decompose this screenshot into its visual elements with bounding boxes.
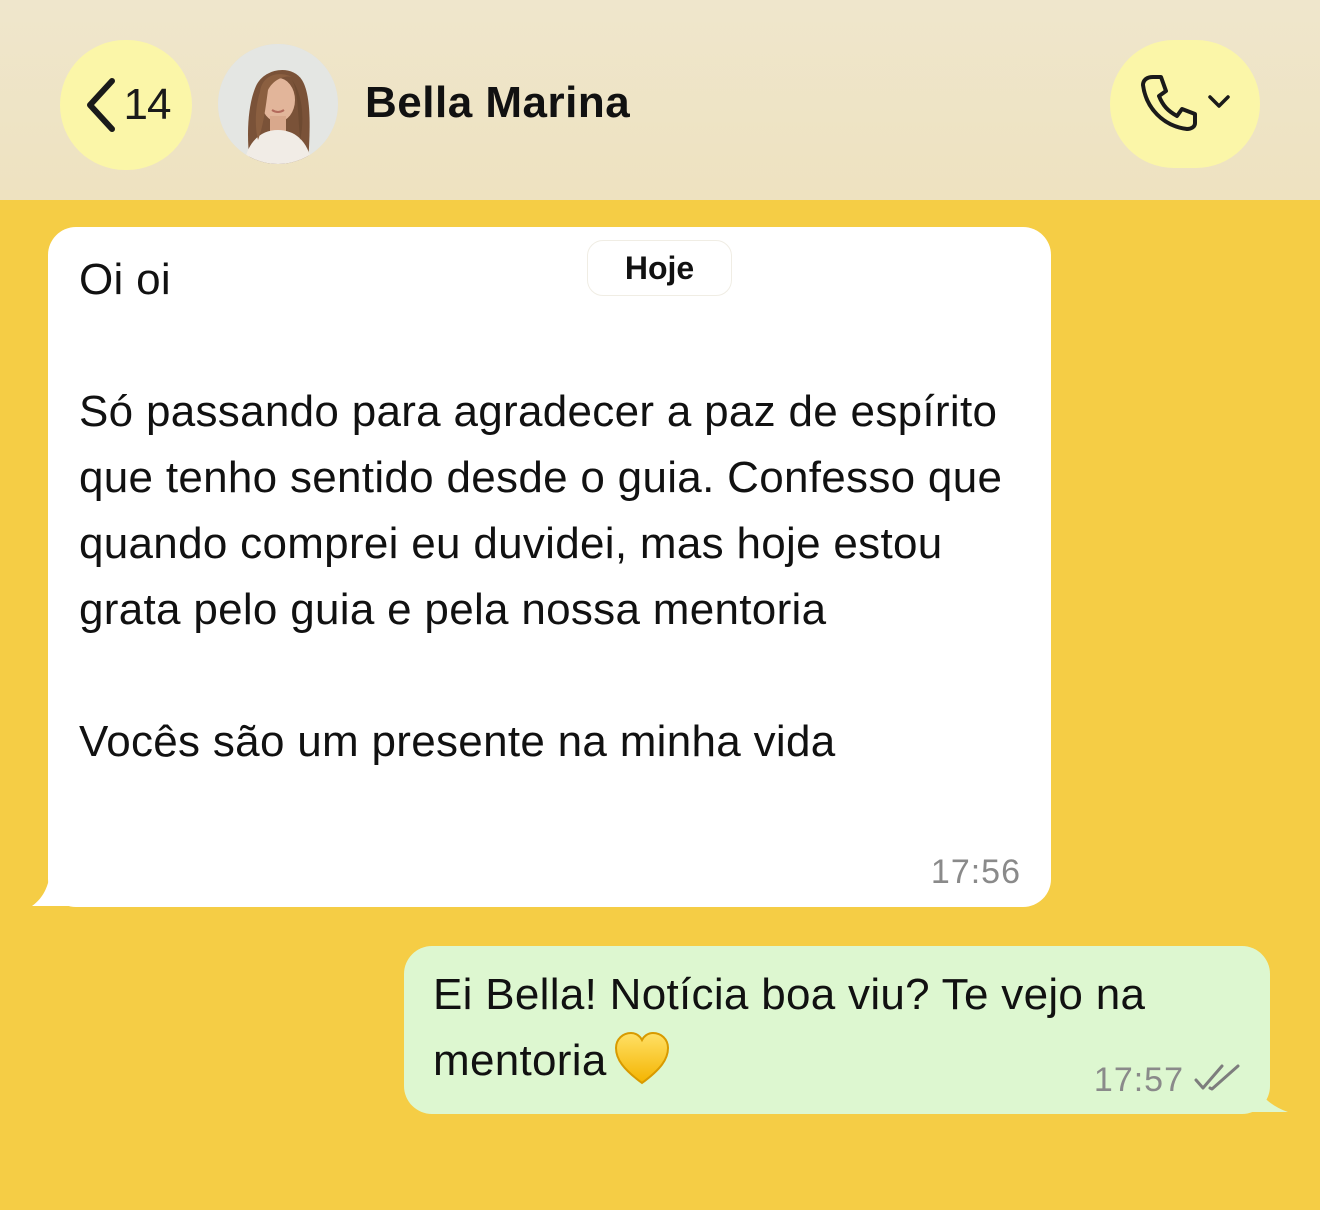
date-separator: Hoje xyxy=(587,240,732,296)
message-text-content: Ei Bella! Notícia boa viu? Te vejo na me… xyxy=(433,970,1146,1085)
double-check-icon xyxy=(1194,1063,1242,1098)
incoming-message[interactable]: Oi oi Só passando para agradecer a paz d… xyxy=(48,227,1051,907)
message-text: Oi oi Só passando para agradecer a paz d… xyxy=(79,255,1003,766)
call-button[interactable] xyxy=(1110,40,1260,168)
phone-icon xyxy=(1139,71,1199,138)
chat-screen: 14 Bella Marina Oi oi Só passando para a… xyxy=(0,0,1320,1210)
message-time: 17:56 xyxy=(930,853,1021,891)
message-time: 17:57 xyxy=(1093,1061,1184,1099)
contact-name[interactable]: Bella Marina xyxy=(365,78,630,128)
back-button[interactable]: 14 xyxy=(60,40,192,170)
unread-count: 14 xyxy=(123,80,172,129)
contact-avatar[interactable] xyxy=(218,44,338,164)
chevron-down-icon xyxy=(1207,94,1231,115)
chevron-left-icon xyxy=(82,75,120,135)
yellow-heart-icon xyxy=(613,1031,671,1104)
outgoing-message[interactable]: Ei Bella! Notícia boa viu? Te vejo na me… xyxy=(404,946,1270,1114)
chat-header: 14 Bella Marina xyxy=(0,0,1320,200)
message-meta: 17:57 xyxy=(1094,1061,1242,1100)
